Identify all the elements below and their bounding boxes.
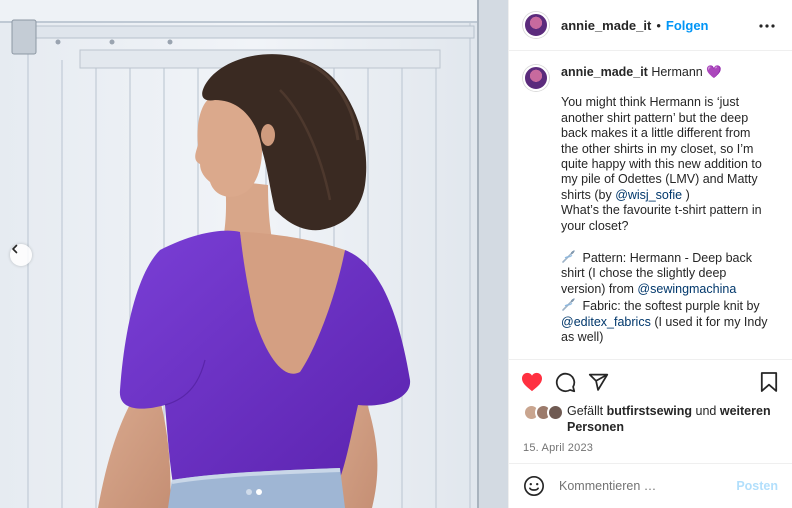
action-bar <box>509 360 792 404</box>
needle-icon <box>562 250 575 263</box>
caption-avatar[interactable] <box>523 65 549 91</box>
emoji-icon <box>524 476 544 496</box>
bookmark-icon <box>760 372 778 392</box>
needle-icon <box>562 298 575 312</box>
post-header: annie_made_it • Folgen <box>509 0 792 51</box>
comment-button[interactable] <box>555 372 576 393</box>
mention-link[interactable]: @wisj_sofie <box>615 188 682 202</box>
more-icon <box>759 24 775 28</box>
emoji-button[interactable] <box>523 475 545 497</box>
likes-middle: und <box>695 404 717 418</box>
fabric-text: Fabric: the softest purple knit by <box>582 299 760 314</box>
avatar[interactable] <box>523 12 549 38</box>
chevron-left-icon <box>12 244 18 254</box>
post-side-panel: annie_made_it • Folgen annie_made_it Her… <box>508 0 792 508</box>
caption-body-tail: ) <box>685 187 690 202</box>
post-date[interactable]: 15. April 2023 <box>509 435 792 454</box>
caption-body: You might think Hermann is ‘just another… <box>561 95 762 202</box>
instagram-post: annie_made_it • Folgen annie_made_it Her… <box>0 0 792 508</box>
caption-question: What’s the favourite t-shirt pattern in … <box>561 203 762 233</box>
header-username[interactable]: annie_made_it <box>561 18 651 33</box>
carousel-prev-button[interactable] <box>10 244 32 266</box>
likes-text: Gefällt butfirstsewing und weiteren Pers… <box>567 404 778 435</box>
caption-text: annie_made_it Hermann 💜 You might think … <box>561 65 771 359</box>
avatar <box>547 404 564 421</box>
likes-prefix: Gefällt <box>567 404 604 418</box>
liker-avatars[interactable] <box>523 404 567 422</box>
like-button[interactable] <box>521 372 543 392</box>
comment-bar: Posten <box>509 463 792 508</box>
share-button[interactable] <box>588 372 609 393</box>
caption-username[interactable]: annie_made_it <box>561 65 648 79</box>
carousel-indicator <box>0 489 508 495</box>
follow-button[interactable]: Folgen <box>666 18 709 33</box>
likes-summary: Gefällt butfirstsewing und weiteren Pers… <box>509 404 792 435</box>
post-comment-button[interactable]: Posten <box>736 479 778 493</box>
caption-section: annie_made_it Hermann 💜 You might think … <box>509 51 792 360</box>
photo-illustration <box>0 0 508 508</box>
carousel-dot-1 <box>246 489 252 495</box>
share-icon <box>588 373 609 391</box>
more-options-button[interactable] <box>758 17 776 40</box>
mention-link[interactable]: @sewingmachina <box>637 282 736 296</box>
mention-link[interactable]: @editex_fabrics <box>561 315 651 329</box>
comment-icon <box>555 372 576 392</box>
save-button[interactable] <box>760 372 778 397</box>
post-photo[interactable] <box>0 0 508 508</box>
heart-icon <box>522 372 542 392</box>
purple-heart-emoji: 💜 <box>706 65 722 79</box>
caption-title: Hermann <box>651 65 703 79</box>
carousel-dot-2 <box>256 489 262 495</box>
header-separator: • <box>656 17 661 33</box>
liker-username[interactable]: butfirstsewing <box>607 404 692 418</box>
comment-input[interactable] <box>559 479 729 493</box>
